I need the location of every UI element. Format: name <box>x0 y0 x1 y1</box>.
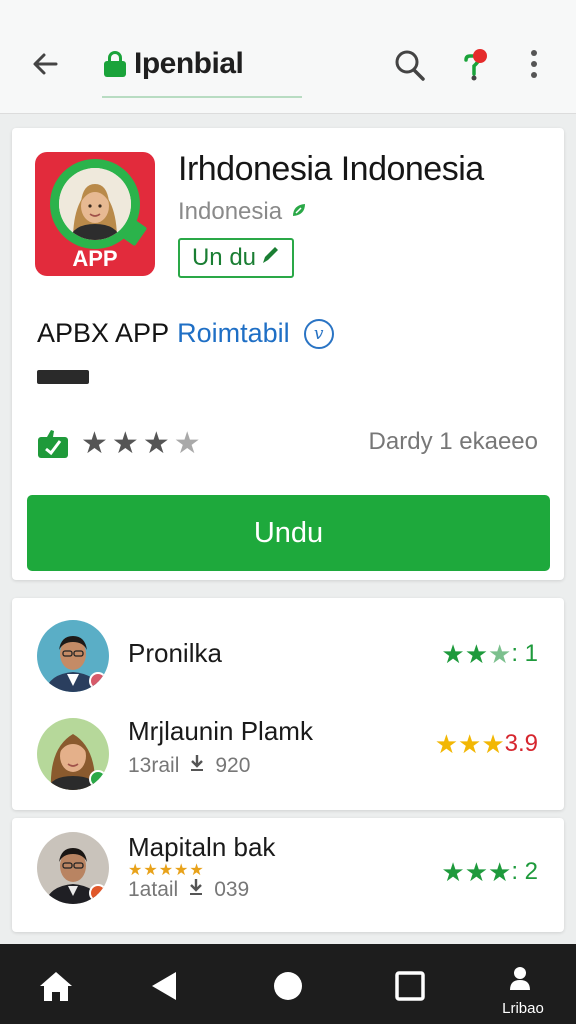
more-vert-icon[interactable] <box>516 44 552 84</box>
review-item[interactable]: Pronilka ★ ★ ★ : 1 <box>12 610 564 710</box>
person-photo <box>59 168 131 240</box>
home-icon[interactable] <box>34 964 78 1008</box>
review-score: ★ ★ ★ : 2 <box>441 858 538 886</box>
verified-leaf-icon <box>290 198 308 226</box>
app-subtitle-link[interactable]: Roimtabil <box>177 318 290 349</box>
system-nav-bar: Lribao <box>0 944 576 1024</box>
reviewer-name: Mrjlaunin Plamk <box>128 716 313 746</box>
review-meta: 13rail 920 <box>128 754 250 778</box>
avatar-badge-icon <box>89 770 107 788</box>
version-badge-icon[interactable]: v <box>303 318 334 349</box>
review-star-half-icon: ★ <box>488 639 512 669</box>
recents-square-icon[interactable] <box>388 964 432 1008</box>
review-star-icon: ★ <box>434 729 458 759</box>
rating-star-icon: ★ <box>111 427 139 460</box>
back-arrow-icon[interactable] <box>26 44 66 84</box>
review-star-icon: ★ <box>464 857 488 887</box>
page-title: Ipenbial <box>134 47 244 80</box>
redacted-bar <box>37 370 89 384</box>
search-icon[interactable] <box>392 44 428 84</box>
avatar-badge-icon <box>89 884 107 902</box>
pencil-icon <box>260 244 280 273</box>
install-pill-button[interactable]: Un du <box>178 238 294 278</box>
review-star-half-icon: ★ <box>481 729 505 759</box>
app-subtitle-row: APBX APP Roimtabil v <box>37 318 334 349</box>
reviewer-name: Mapitaln bak <box>128 832 276 862</box>
review-score: ★ ★ ★ 3.9 <box>435 730 538 758</box>
review-score: ★ ★ ★ : 1 <box>441 640 538 668</box>
thumbs-up-icon[interactable] <box>37 429 69 459</box>
review-score-value: : 2 <box>511 858 538 885</box>
page-title-wrap: Ipenbial <box>104 44 244 84</box>
reviewer-mini-stars: ★★★★★ <box>128 862 205 879</box>
app-icon-label: APP <box>72 246 118 271</box>
reviews-card: Pronilka ★ ★ ★ : 1 Mrjlaunin Plamk 13rai… <box>12 598 564 810</box>
nav-label: Lribao <box>502 1000 544 1017</box>
developer-name[interactable]: Indonesia <box>178 198 282 226</box>
home-circle-icon[interactable] <box>266 964 310 1008</box>
app-name: Irhdonesia Indonesia <box>178 150 484 188</box>
app-details-card: APP Irhdonesia Indonesia Indonesia Un du… <box>12 128 564 580</box>
reviews-card: Mapitaln bak ★★★★★ 1atail 039 ★ ★ ★ : 2 <box>12 818 564 932</box>
review-meta: 1atail 039 <box>128 878 249 902</box>
review-meta-value: 920 <box>215 754 251 777</box>
rating-note: Dardy 1 ekaeeo <box>368 428 538 455</box>
app-subtitle: APBX APP <box>37 318 170 348</box>
back-triangle-icon[interactable] <box>142 964 186 1008</box>
app-icon[interactable]: APP <box>35 152 155 276</box>
rating-row: ★ ★ ★ ★ <box>37 426 205 462</box>
review-meta-label: 13rail <box>128 754 180 777</box>
review-item[interactable]: Mapitaln bak ★★★★★ 1atail 039 ★ ★ ★ : 2 <box>12 822 564 922</box>
profile-icon[interactable] <box>498 958 542 1002</box>
review-meta-value: 039 <box>214 878 250 901</box>
avatar-badge-icon <box>89 672 107 690</box>
download-icon <box>188 878 204 902</box>
review-star-icon: ★ <box>441 857 465 887</box>
review-star-icon: ★ <box>464 639 488 669</box>
review-star-icon: ★ <box>458 729 482 759</box>
install-pill-label: Un du <box>191 244 257 271</box>
install-button-label: Undu <box>253 516 324 549</box>
rating-star-icon: ★ <box>142 427 170 460</box>
developer-row[interactable]: Indonesia <box>178 198 308 226</box>
reviewer-name: Pronilka <box>128 638 222 668</box>
review-score-value: : 1 <box>511 640 538 667</box>
review-star-half-icon: ★ <box>488 857 512 887</box>
review-star-icon: ★ <box>441 639 465 669</box>
app-bar: Ipenbial <box>0 0 576 114</box>
download-icon <box>189 754 205 778</box>
rating-star-empty-icon: ★ <box>173 427 201 460</box>
rating-star-icon: ★ <box>81 427 108 460</box>
avatar[interactable] <box>37 832 109 904</box>
title-underline <box>102 96 302 98</box>
review-item[interactable]: Mrjlaunin Plamk 13rail 920 ★ ★ ★ 3.9 <box>12 706 564 806</box>
avatar[interactable] <box>37 620 109 692</box>
review-score-value: 3.9 <box>504 730 538 757</box>
notification-icon[interactable] <box>458 44 494 84</box>
avatar[interactable] <box>37 718 109 790</box>
lock-icon <box>104 51 126 77</box>
install-button[interactable]: Undu <box>27 495 550 571</box>
review-meta-label: 1atail <box>128 878 179 901</box>
